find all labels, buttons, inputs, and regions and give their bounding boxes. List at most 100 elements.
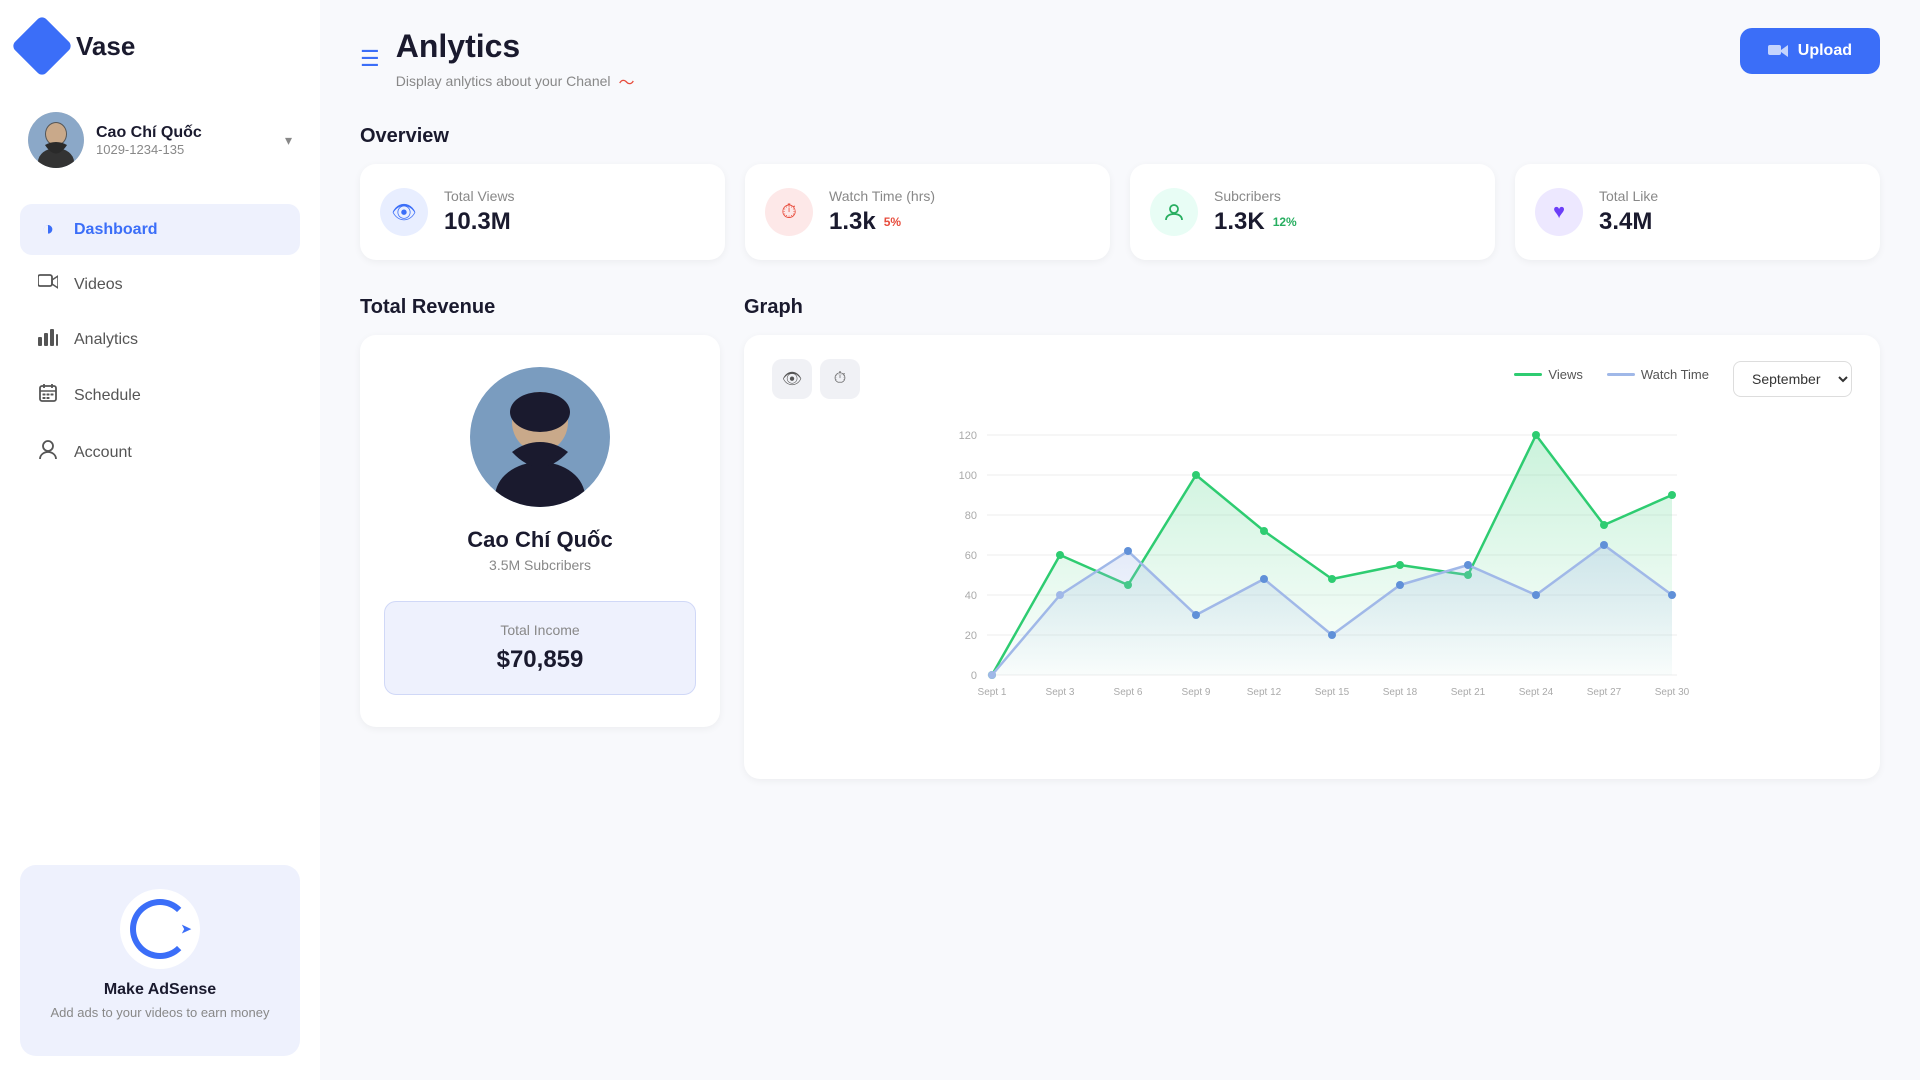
stat-label: Watch Time (hrs) — [829, 188, 935, 204]
stat-info: Total Like 3.4M — [1599, 188, 1658, 236]
svg-text:Sept 3: Sept 3 — [1046, 687, 1075, 698]
svg-text:Sept 18: Sept 18 — [1383, 687, 1418, 698]
stat-info: Subcribers 1.3K 12% — [1214, 188, 1297, 236]
chart-legend: Views Watch Time — [1514, 367, 1709, 382]
avatar — [28, 112, 84, 168]
stat-card-total-like: ♥ Total Like 3.4M — [1515, 164, 1880, 260]
stat-label: Total Like — [1599, 188, 1658, 204]
sidebar-item-label: Videos — [74, 276, 123, 294]
svg-text:80: 80 — [965, 510, 977, 522]
watch-time-control-button[interactable]: ⏱ — [820, 359, 860, 399]
stat-card-total-views: 👁 Total Views 10.3M — [360, 164, 725, 260]
videos-icon — [36, 273, 60, 296]
sidebar-item-label: Analytics — [74, 331, 138, 349]
logo-icon — [11, 15, 73, 77]
svg-text:40: 40 — [965, 590, 977, 602]
stat-label: Total Views — [444, 188, 515, 204]
revenue-section: Total Revenue Cao Chí Quốc 3.5M Subcribe… — [360, 296, 720, 779]
legend-line-views — [1514, 373, 1542, 376]
graph-title: Graph — [744, 296, 1880, 319]
revenue-avatar — [470, 367, 610, 507]
legend-views-label: Views — [1548, 367, 1582, 382]
legend-views: Views — [1514, 367, 1582, 382]
views-control-button[interactable]: 👁 — [772, 359, 812, 399]
svg-text:Sept 27: Sept 27 — [1587, 687, 1622, 698]
revenue-income-label: Total Income — [405, 622, 675, 638]
sidebar-item-analytics[interactable]: Analytics — [20, 314, 300, 366]
chart-container: 120 100 80 60 40 20 0 Sept 1 Sept 3 Sept… — [772, 415, 1852, 755]
stat-badge: 12% — [1273, 215, 1297, 229]
bottom-grid: Total Revenue Cao Chí Quốc 3.5M Subcribe… — [360, 296, 1880, 779]
header-left: ☰ Anlytics Display anlytics about your C… — [360, 28, 635, 93]
sidebar: Vase Cao Chí Quốc 1029-1234-135 ▾ ◑ Dash… — [0, 0, 320, 1080]
graph-controls: 👁 ⏱ — [772, 359, 860, 399]
sidebar-item-label: Account — [74, 444, 132, 462]
page-header: ☰ Anlytics Display anlytics about your C… — [360, 28, 1880, 93]
user-name: Cao Chí Quốc — [96, 124, 273, 142]
user-info: Cao Chí Quốc 1029-1234-135 — [96, 124, 273, 157]
total-like-icon: ♥ — [1535, 188, 1583, 236]
stat-value: 1.3k 5% — [829, 208, 935, 236]
logo-text: Vase — [76, 31, 135, 62]
overview-grid: 👁 Total Views 10.3M ⏱ Watch Time (hrs) 1… — [360, 164, 1880, 260]
user-profile[interactable]: Cao Chí Quốc 1029-1234-135 ▾ — [20, 100, 300, 180]
stat-value: 10.3M — [444, 208, 515, 236]
trend-icon: 〜 — [619, 69, 635, 93]
sidebar-item-label: Dashboard — [74, 221, 158, 239]
main-content: ☰ Anlytics Display anlytics about your C… — [320, 0, 1920, 1080]
sidebar-item-account[interactable]: Account — [20, 426, 300, 480]
svg-text:20: 20 — [965, 630, 977, 642]
page-title: Anlytics — [396, 28, 635, 65]
adsense-card: Make AdSense Add ads to your videos to e… — [20, 865, 300, 1056]
revenue-card: Cao Chí Quốc 3.5M Subcribers Total Incom… — [360, 335, 720, 727]
subtitle-text: Display anlytics about your Chanel — [396, 73, 611, 89]
graph-section: Graph 👁 ⏱ Views — [744, 296, 1880, 779]
svg-text:Sept 6: Sept 6 — [1114, 687, 1143, 698]
svg-text:Sept 21: Sept 21 — [1451, 687, 1486, 698]
stat-card-watch-time: ⏱ Watch Time (hrs) 1.3k 5% — [745, 164, 1110, 260]
svg-text:Sept 1: Sept 1 — [978, 687, 1007, 698]
svg-text:0: 0 — [971, 670, 977, 682]
revenue-income-box: Total Income $70,859 — [384, 601, 696, 695]
stat-info: Watch Time (hrs) 1.3k 5% — [829, 188, 935, 236]
user-id: 1029-1234-135 — [96, 142, 273, 157]
dashboard-icon: ◑ — [36, 218, 60, 241]
svg-text:60: 60 — [965, 550, 977, 562]
svg-text:Sept 12: Sept 12 — [1247, 687, 1282, 698]
revenue-user-name: Cao Chí Quốc — [467, 527, 612, 553]
adsense-title: Make AdSense — [40, 981, 280, 999]
analytics-icon — [36, 328, 60, 352]
svg-text:100: 100 — [959, 470, 977, 482]
revenue-subscribers: 3.5M Subcribers — [489, 557, 591, 573]
legend-watch-time: Watch Time — [1607, 367, 1709, 382]
revenue-title: Total Revenue — [360, 296, 720, 319]
stat-label: Subcribers — [1214, 188, 1297, 204]
adsense-icon — [120, 889, 200, 969]
upload-label: Upload — [1798, 42, 1852, 60]
sidebar-item-schedule[interactable]: Schedule — [20, 370, 300, 422]
chevron-down-icon: ▾ — [285, 132, 292, 149]
sidebar-item-dashboard[interactable]: ◑ Dashboard — [20, 204, 300, 255]
graph-card: 👁 ⏱ Views Watch Time — [744, 335, 1880, 779]
subscribers-icon — [1150, 188, 1198, 236]
stat-value: 3.4M — [1599, 208, 1658, 236]
upload-button[interactable]: Upload — [1740, 28, 1880, 74]
account-icon — [36, 440, 60, 466]
svg-text:Sept 24: Sept 24 — [1519, 687, 1554, 698]
svg-text:120: 120 — [959, 430, 977, 442]
menu-icon[interactable]: ☰ — [360, 46, 380, 72]
sidebar-item-label: Schedule — [74, 387, 141, 405]
stat-badge: 5% — [884, 215, 901, 229]
revenue-income-value: $70,859 — [405, 646, 675, 674]
sidebar-item-videos[interactable]: Videos — [20, 259, 300, 310]
svg-text:Sept 9: Sept 9 — [1182, 687, 1211, 698]
stat-card-subscribers: Subcribers 1.3K 12% — [1130, 164, 1495, 260]
schedule-icon — [36, 384, 60, 408]
svg-text:Sept 30: Sept 30 — [1655, 687, 1690, 698]
month-select[interactable]: September January February March April M… — [1733, 361, 1852, 397]
total-views-icon: 👁 — [380, 188, 428, 236]
legend-line-watch-time — [1607, 373, 1635, 376]
analytics-chart: 120 100 80 60 40 20 0 Sept 1 Sept 3 Sept… — [772, 415, 1852, 715]
overview-title: Overview — [360, 125, 1880, 148]
graph-header: 👁 ⏱ Views Watch Time — [772, 359, 1852, 399]
